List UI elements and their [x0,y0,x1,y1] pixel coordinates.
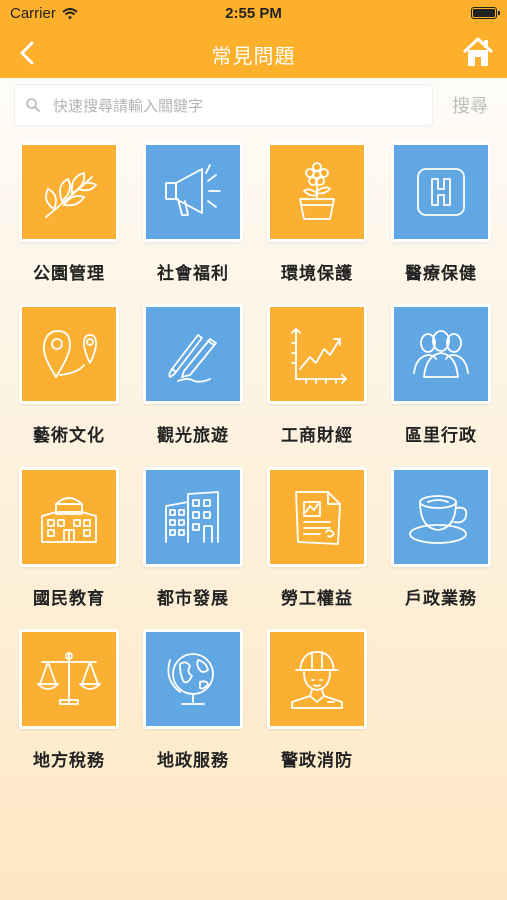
flower-pot-icon [299,162,335,220]
category-tile[interactable] [267,467,367,567]
brush-pen-icon [168,334,217,383]
page-title: 常見問題 [211,44,296,68]
category-item-environment[interactable]: 環境保護 [267,142,367,292]
search-button[interactable]: 搜尋 [446,90,494,120]
category-label: 工商財經 [281,426,353,446]
category-item-land[interactable]: 地政服務 [143,629,243,779]
category-label: 環境保護 [281,264,353,284]
category-item-district[interactable]: 區里行政 [391,304,491,454]
category-label: 社會福利 [157,264,229,284]
status-bar: Carrier 2:55 PM [0,0,507,28]
category-tile[interactable] [19,142,119,242]
category-label: 戶政業務 [405,589,477,609]
status-time: 2:55 PM [225,5,282,22]
category-tile[interactable] [267,304,367,404]
category-tile[interactable] [143,142,243,242]
category-tile[interactable] [391,467,491,567]
home-button[interactable] [461,36,495,68]
leaves-icon [45,171,98,218]
people-icon [413,330,469,378]
category-label: 醫療保健 [405,264,477,284]
category-tile[interactable] [143,304,243,404]
category-item-tourism[interactable]: 觀光旅遊 [143,304,243,454]
category-label: 公園管理 [33,264,105,284]
search-box [14,84,433,126]
category-item-business[interactable]: 工商財經 [267,304,367,454]
category-tile[interactable] [19,304,119,404]
category-item-labor[interactable]: 勞工權益 [267,467,367,617]
scales-icon [37,652,101,705]
buildings-icon [165,491,219,543]
category-label: 觀光旅遊 [157,426,229,446]
hospital-icon [417,168,465,216]
category-label: 國民教育 [33,589,105,609]
search-icon [26,98,40,112]
category-item-urban[interactable]: 都市發展 [143,467,243,617]
home-icon [462,37,494,66]
category-tile[interactable] [391,142,491,242]
category-label: 警政消防 [281,751,353,771]
category-item-household[interactable]: 戶政業務 [391,467,491,617]
category-label: 地政服務 [157,751,229,771]
document-icon [295,491,341,545]
category-item-education[interactable]: 國民教育 [19,467,119,617]
nav-bar: 常見問題 [0,28,507,78]
category-item-arts[interactable]: 藝術文化 [19,304,119,454]
growth-chart-icon [291,328,347,384]
category-tile[interactable] [143,467,243,567]
category-label: 都市發展 [157,589,229,609]
helmet-worker-icon [291,651,343,709]
category-label: 藝術文化 [33,426,105,446]
category-item-welfare[interactable]: 社會福利 [143,142,243,292]
school-icon [41,497,97,543]
search-input[interactable] [51,89,425,123]
category-tile[interactable] [391,304,491,404]
map-pin-icon [42,330,97,378]
battery-icon [471,7,500,19]
coffee-cup-icon [409,495,468,544]
category-tile[interactable] [19,467,119,567]
globe-icon [167,653,214,705]
category-item-park[interactable]: 公園管理 [19,142,119,292]
category-tile[interactable] [267,629,367,729]
megaphone-icon [165,164,221,216]
search-bar: 搜尋 [14,84,494,126]
category-tile[interactable] [19,629,119,729]
category-label: 區里行政 [405,426,477,446]
category-item-police-fire[interactable]: 警政消防 [267,629,367,779]
category-tile[interactable] [143,629,243,729]
category-item-medical[interactable]: 醫療保健 [391,142,491,292]
category-label: 地方稅務 [33,751,105,771]
category-item-tax[interactable]: 地方稅務 [19,629,119,779]
category-label: 勞工權益 [281,589,353,609]
category-tile[interactable] [267,142,367,242]
